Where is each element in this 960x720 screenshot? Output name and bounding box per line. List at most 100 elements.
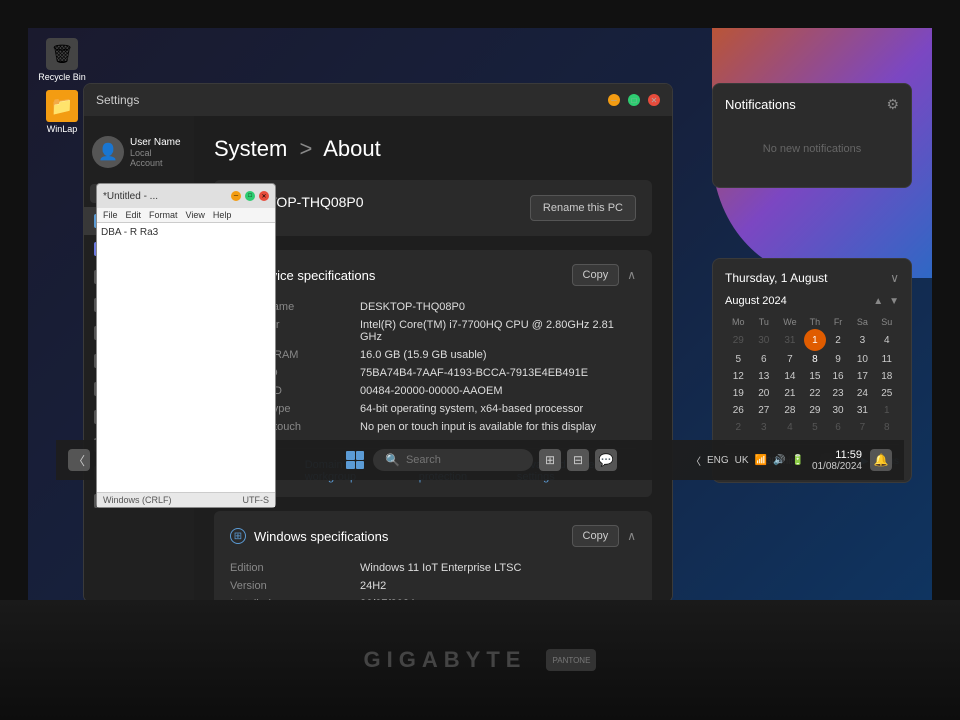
calendar-day-cell[interactable]: 3 (752, 419, 776, 436)
calendar-day-cell[interactable]: 25 (875, 385, 899, 402)
pantone-badge: PANTONE (546, 649, 596, 671)
clock-date: 01/08/2024 (812, 461, 862, 472)
device-specs-copy-button[interactable]: Copy (572, 264, 620, 286)
system-clock[interactable]: 11:59 01/08/2024 (812, 449, 862, 472)
calendar-day-cell[interactable]: 2 (725, 419, 752, 436)
calendar-next-icon[interactable]: ▼ (889, 296, 899, 307)
tray-region: UK (735, 455, 749, 466)
calendar-day-cell[interactable]: 17 (850, 368, 874, 385)
calendar-day-cell[interactable]: 6 (826, 419, 850, 436)
user-info: User Name Local Account (130, 137, 186, 168)
calendar-day-cell[interactable]: 22 (804, 385, 826, 402)
recycle-bin-icon[interactable]: 🗑 Recycle Bin (38, 38, 86, 82)
calendar-day-cell[interactable]: 10 (850, 351, 874, 368)
maximize-button[interactable]: □ (628, 94, 640, 106)
calendar-day-cell[interactable]: 20 (752, 385, 776, 402)
notepad-titlebar: *Untitled - ... ─ □ ✕ (97, 184, 275, 208)
notepad-menu: File Edit Format View Help (97, 208, 275, 223)
notepad-menu-help[interactable]: Help (213, 210, 232, 220)
calendar-day-cell[interactable]: 8 (804, 351, 826, 368)
calendar-day-cell[interactable]: 31 (776, 329, 804, 351)
tray-chevron-icon[interactable]: 〈 (691, 453, 701, 468)
calendar-day-cell[interactable]: 30 (826, 402, 850, 419)
calendar-day-cell[interactable]: 24 (850, 385, 874, 402)
calendar-day-cell[interactable]: 14 (776, 368, 804, 385)
notepad-menu-edit[interactable]: Edit (126, 210, 142, 220)
calendar-day-cell[interactable]: 31 (850, 402, 874, 419)
windows-logo-icon (346, 451, 364, 469)
calendar-day-cell[interactable]: 12 (725, 368, 752, 385)
taskbar-search-input[interactable] (406, 454, 521, 466)
notification-panel: Notifications ⚙ No new notifications (712, 83, 912, 188)
notepad-close[interactable]: ✕ (259, 191, 269, 201)
settings-title: Settings (96, 93, 139, 107)
start-button[interactable] (343, 448, 367, 472)
chat-button[interactable]: 💬 (595, 449, 617, 471)
notification-bell-icon[interactable]: 🔔 (870, 449, 892, 471)
cal-day-sa: Sa (850, 315, 874, 329)
calendar-day-cell[interactable]: 7 (850, 419, 874, 436)
calendar-day-cell[interactable]: 30 (752, 329, 776, 351)
calendar-day-cell[interactable]: 11 (875, 351, 899, 368)
win-version: Version 24H2 (230, 577, 636, 595)
notepad-menu-view[interactable]: View (186, 210, 205, 220)
no-notifications-text: No new notifications (725, 123, 899, 175)
calendar-week-row: 2345678 (725, 419, 899, 436)
notepad-menu-file[interactable]: File (103, 210, 118, 220)
calendar-day-cell[interactable]: 18 (875, 368, 899, 385)
win-specs-copy-button[interactable]: Copy (572, 525, 620, 547)
taskview-button[interactable]: ⊞ (539, 449, 561, 471)
minimize-button[interactable]: ─ (608, 94, 620, 106)
spec-product-id: Product ID 00484-20000-00000-AAOEM (230, 382, 636, 400)
folder-icon[interactable]: 📁 WinLap (38, 90, 86, 134)
calendar-day-cell[interactable]: 21 (776, 385, 804, 402)
widgets-button[interactable]: ⊟ (567, 449, 589, 471)
laptop-frame: 🗑 Recycle Bin 📁 WinLap Settings ─ □ ✕ (0, 0, 960, 720)
notepad-menu-format[interactable]: Format (149, 210, 178, 220)
desktop-icons: 🗑 Recycle Bin 📁 WinLap (38, 38, 86, 134)
calendar-day-cell[interactable]: 3 (850, 329, 874, 351)
calendar-day-cell[interactable]: 19 (725, 385, 752, 402)
calendar-day-cell[interactable]: 2 (826, 329, 850, 351)
notification-settings-icon[interactable]: ⚙ (886, 96, 899, 113)
user-name: User Name (130, 137, 186, 148)
calendar-day-cell[interactable]: 1 (875, 402, 899, 419)
calendar-day-cell[interactable]: 8 (875, 419, 899, 436)
calendar-prev-icon[interactable]: ▲ (873, 296, 883, 307)
calendar-day-cell[interactable]: 29 (804, 402, 826, 419)
calendar-day-cell[interactable]: 4 (776, 419, 804, 436)
calendar-day-cell[interactable]: 6 (752, 351, 776, 368)
calendar-day-cell[interactable]: 9 (826, 351, 850, 368)
calendar-day-cell[interactable]: 28 (776, 402, 804, 419)
taskbar-chevron-icon[interactable]: 〈 (68, 449, 90, 471)
calendar-day-cell[interactable]: 29 (725, 329, 752, 351)
calendar-day-cell[interactable]: 13 (752, 368, 776, 385)
calendar-expand-icon[interactable]: ∨ (890, 271, 899, 285)
calendar-header: Thursday, 1 August ∨ (725, 271, 899, 285)
system-tray: 〈 ENG UK 📶 🔊 🔋 (691, 453, 804, 468)
calendar-day-cell[interactable]: 5 (804, 419, 826, 436)
calendar-body: 2930311234567891011121314151617181920212… (725, 329, 899, 436)
win-specs-header: ⊞ Windows specifications Copy ∧ (230, 525, 636, 547)
calendar-day-cell[interactable]: 26 (725, 402, 752, 419)
calendar-day-cell[interactable]: 16 (826, 368, 850, 385)
calendar-day-cell[interactable]: 27 (752, 402, 776, 419)
taskbar-search[interactable]: 🔍 (373, 449, 533, 471)
notepad-minimize[interactable]: ─ (231, 191, 241, 201)
calendar-day-cell[interactable]: 4 (875, 329, 899, 351)
calendar-day-cell[interactable]: 15 (804, 368, 826, 385)
spec-processor: Processor Intel(R) Core(TM) i7-7700HQ CP… (230, 316, 636, 346)
win-edition: Edition Windows 11 IoT Enterprise LTSC (230, 559, 636, 577)
calendar-week-row: 2930311234 (725, 329, 899, 351)
breadcrumb-parent: System (214, 136, 287, 161)
calendar-day-cell[interactable]: 1 (804, 329, 826, 351)
calendar-day-cell[interactable]: 5 (725, 351, 752, 368)
calendar-week-row: 12131415161718 (725, 368, 899, 385)
calendar-day-cell[interactable]: 23 (826, 385, 850, 402)
notepad-content[interactable]: DBA - R Ra3 (97, 223, 275, 492)
close-button[interactable]: ✕ (648, 94, 660, 106)
calendar-day-cell[interactable]: 7 (776, 351, 804, 368)
notepad-maximize[interactable]: □ (245, 191, 255, 201)
spec-system-type: System type 64-bit operating system, x64… (230, 400, 636, 418)
rename-pc-button[interactable]: Rename this PC (530, 195, 636, 221)
